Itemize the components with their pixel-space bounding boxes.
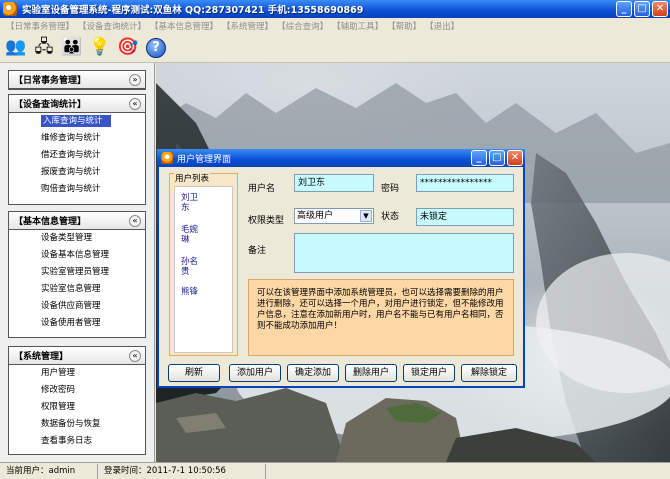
add-user-button[interactable]: 添加用户 [229, 364, 281, 382]
sidebar-item-borrow-query[interactable]: 借还查询与统计 [9, 147, 145, 164]
menu-daily-affairs[interactable]: 【日常事务管理】 [6, 20, 74, 32]
menu-system[interactable]: 【系统管理】 [222, 20, 273, 32]
sidebar-item-scrap-query[interactable]: 报废查询与统计 [9, 164, 145, 181]
status-label: 状态 [381, 212, 400, 222]
list-item[interactable]: 毛婉琳 [181, 225, 205, 245]
lightbulb-icon: 💡 [89, 37, 111, 57]
menu-tools[interactable]: 【辅助工具】 [332, 20, 383, 32]
menu-basic-info[interactable]: 【基本信息管理】 [150, 20, 218, 32]
dialog-close-button[interactable]: ✕ [507, 150, 523, 166]
sidebar-group-title: 【基本信息管理】 [14, 217, 87, 227]
dialog-titlebar: 用户管理界面 _ □ ✕ [157, 149, 525, 167]
remark-field[interactable] [294, 233, 514, 273]
user-management-dialog: 用户管理界面 _ □ ✕ 用户列表 刘卫东 毛婉琳 孙名贵 熊锋 用户名 刘卫东… [157, 149, 525, 388]
sidebar-item-backup-restore[interactable]: 数据备份与恢复 [9, 416, 145, 433]
toolbar: 👥 🖧 👪 💡 🎯 ? [0, 33, 670, 63]
password-field[interactable]: **************** [416, 174, 514, 192]
menu-composite-query[interactable]: 【综合查询】 [277, 20, 328, 32]
window-titlebar: 实验室设备管理系统-程序测试:双鱼林 QQ:287307421 手机:13558… [0, 0, 670, 18]
menu-bar: 【日常事务管理】 【设备查询统计】 【基本信息管理】 【系统管理】 【综合查询】… [0, 18, 670, 33]
permission-label: 权限类型 [248, 216, 285, 226]
sidebar-group-system: 【系统管理】 « 用户管理 修改密码 权限管理 数据备份与恢复 查看事务日志 [8, 346, 146, 455]
chevron-down-icon[interactable]: ▼ [360, 210, 372, 222]
help-icon: ? [146, 37, 166, 58]
current-user-status: 当前用户：admin [0, 463, 98, 479]
maximize-button[interactable]: □ [634, 1, 650, 17]
status-empty [266, 464, 670, 479]
delete-user-button[interactable]: 删除用户 [345, 364, 397, 382]
sidebar-group-title: 【设备查询统计】 [14, 100, 87, 110]
sidebar-group-query: 【设备查询统计】 « 入库查询与统计 维修查询与统计 借还查询与统计 报废查询与… [8, 94, 146, 205]
username-field[interactable]: 刘卫东 [294, 174, 374, 192]
password-label: 密码 [381, 184, 400, 194]
sidebar-item-repair-query[interactable]: 维修查询与统计 [9, 130, 145, 147]
sidebar-group-title: 【日常事务管理】 [14, 76, 87, 86]
permission-select[interactable]: 高级用户 ▼ [294, 208, 374, 224]
sidebar-item-device-type[interactable]: 设备类型管理 [9, 230, 145, 247]
menu-help[interactable]: 【帮助】 [387, 20, 421, 32]
status-bar: 当前用户：admin 登录时间：2011-7-1 10:50:56 [0, 462, 670, 479]
chevron-up-icon[interactable]: « [129, 214, 141, 227]
toolbar-lightbulb-button[interactable]: 💡 [87, 35, 113, 61]
user-list[interactable]: 刘卫东 毛婉琳 孙名贵 熊锋 [174, 186, 233, 353]
menu-device-query[interactable]: 【设备查询统计】 [78, 20, 146, 32]
target-icon: 🎯 [117, 37, 139, 57]
list-item[interactable]: 孙名贵 [181, 257, 205, 277]
toolbar-network-button[interactable]: 🖧 [31, 35, 57, 61]
sidebar: 【日常事务管理】 » 【设备查询统计】 « 入库查询与统计 维修查询与统计 借还… [0, 63, 155, 462]
toolbar-users-button[interactable]: 👥 [3, 35, 29, 61]
network-icon: 🖧 [34, 37, 54, 57]
sidebar-group-daily: 【日常事务管理】 » [8, 70, 146, 90]
dialog-app-icon [161, 152, 173, 164]
sidebar-item-supplier[interactable]: 设备供应商管理 [9, 298, 145, 315]
dialog-button-bar: 刷新 添加用户 确定添加 删除用户 锁定用户 解除锁定 [165, 364, 521, 386]
dialog-maximize-button[interactable]: □ [489, 150, 505, 166]
sidebar-group-header[interactable]: 【系统管理】 « [9, 347, 145, 365]
login-time-status: 登录时间：2011-7-1 10:50:56 [98, 463, 266, 479]
user-list-frame: 用户列表 刘卫东 毛婉琳 孙名贵 熊锋 [169, 172, 238, 356]
toolbar-help-button[interactable]: ? [143, 35, 169, 61]
list-item[interactable]: 刘卫东 [181, 193, 205, 213]
minimize-button[interactable]: _ [616, 1, 632, 17]
menu-exit[interactable]: 【退出】 [425, 20, 459, 32]
info-text-box: 可以在该管理界面中添加系统管理员，也可以选择需要删除的用户进行删除，还可以选择一… [248, 279, 514, 356]
user-list-label: 用户列表 [174, 172, 211, 184]
sidebar-group-basic-info: 【基本信息管理】 « 设备类型管理 设备基本信息管理 实验室管理员管理 实验室信… [8, 211, 146, 338]
refresh-button[interactable]: 刷新 [168, 364, 220, 382]
sidebar-group-header[interactable]: 【设备查询统计】 « [9, 95, 145, 113]
chevron-down-icon[interactable]: » [129, 73, 141, 86]
sidebar-item-device-basic-info[interactable]: 设备基本信息管理 [9, 247, 145, 264]
unlock-button[interactable]: 解除锁定 [461, 364, 517, 382]
sidebar-item-purchase-query[interactable]: 购倍查询与统计 [9, 181, 145, 198]
username-label: 用户名 [248, 184, 276, 194]
sidebar-item-inbound-query[interactable]: 入库查询与统计 [9, 113, 145, 130]
dialog-minimize-button[interactable]: _ [471, 150, 487, 166]
users-icon: 👥 [5, 37, 27, 57]
toolbar-target-button[interactable]: 🎯 [115, 35, 141, 61]
sidebar-group-title: 【系统管理】 [14, 352, 69, 362]
lock-user-button[interactable]: 锁定用户 [403, 364, 455, 382]
sidebar-item-lab-info[interactable]: 实验室信息管理 [9, 281, 145, 298]
sidebar-item-view-log[interactable]: 查看事务日志 [9, 433, 145, 450]
status-field[interactable]: 未锁定 [416, 208, 514, 226]
sidebar-group-header[interactable]: 【日常事务管理】 » [9, 71, 145, 89]
sidebar-item-change-password[interactable]: 修改密码 [9, 382, 145, 399]
dialog-title: 用户管理界面 [177, 154, 232, 165]
chevron-up-icon[interactable]: « [129, 97, 141, 110]
people-icon: 👪 [61, 37, 83, 57]
sidebar-item-user-management[interactable]: 用户管理 [9, 365, 145, 382]
sidebar-item-permissions[interactable]: 权限管理 [9, 399, 145, 416]
sidebar-item-device-user[interactable]: 设备使用者管理 [9, 315, 145, 332]
chevron-up-icon[interactable]: « [129, 349, 141, 362]
app-icon [3, 2, 17, 16]
permission-select-value: 高级用户 [297, 211, 334, 221]
toolbar-people-button[interactable]: 👪 [59, 35, 85, 61]
confirm-add-button[interactable]: 确定添加 [287, 364, 339, 382]
sidebar-item-lab-admin[interactable]: 实验室管理员管理 [9, 264, 145, 281]
close-button[interactable]: ✕ [652, 1, 668, 17]
remark-label: 备注 [248, 246, 267, 256]
window-title: 实验室设备管理系统-程序测试:双鱼林 QQ:287307421 手机:13558… [22, 5, 364, 16]
sidebar-group-header[interactable]: 【基本信息管理】 « [9, 212, 145, 230]
list-item[interactable]: 熊锋 [181, 287, 205, 297]
